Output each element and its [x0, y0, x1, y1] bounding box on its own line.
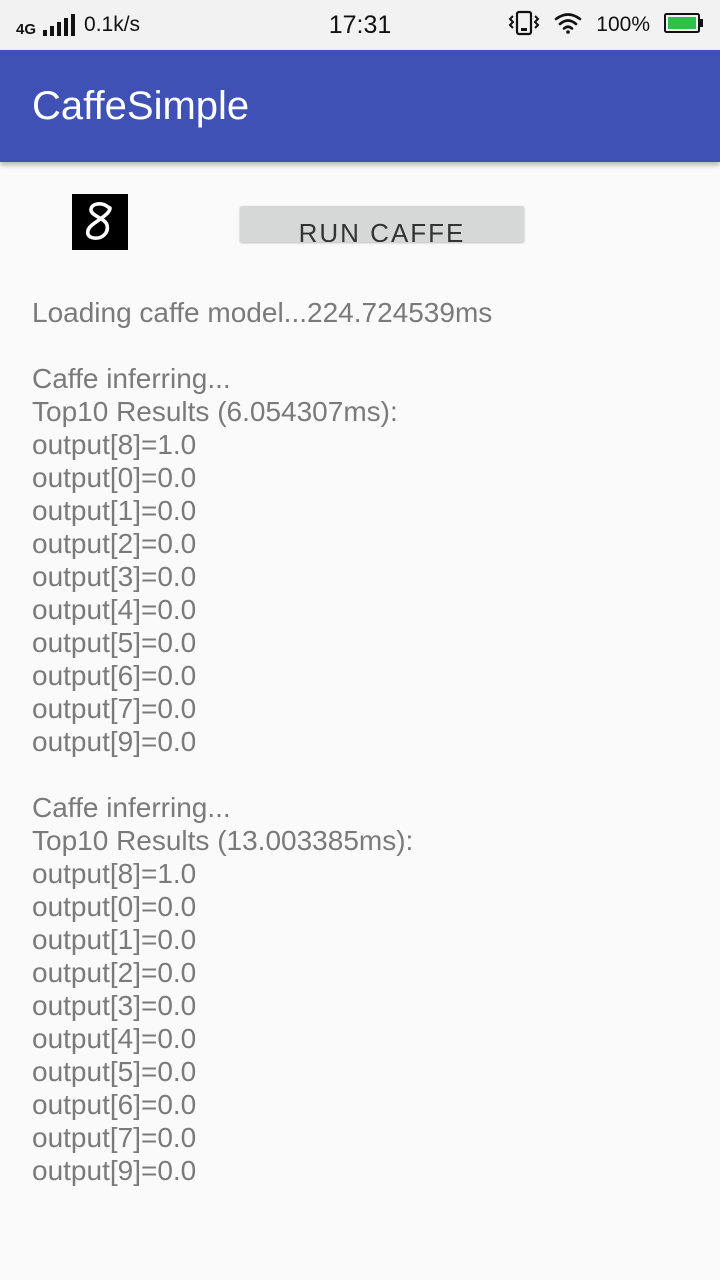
run-1-output-line: output[7]=0.0 [32, 693, 197, 724]
run-1-output-line: output[5]=0.0 [32, 627, 197, 658]
run-2-output-line: output[4]=0.0 [32, 1023, 197, 1054]
app-bar: CaffeSimple [0, 50, 720, 162]
run-2-output-line: output[5]=0.0 [32, 1056, 197, 1087]
log-spacer [32, 329, 692, 362]
run-2-output-line: output[1]=0.0 [32, 924, 197, 955]
run-1-output-line: output[4]=0.0 [32, 594, 197, 625]
run-1-output-line: output[1]=0.0 [32, 495, 197, 526]
log-output: Loading caffe model...224.724539ms Caffe… [32, 296, 692, 1187]
run-2-output-line: output[9]=0.0 [32, 1155, 197, 1186]
status-right: 100% [508, 0, 704, 50]
wifi-icon [554, 12, 582, 39]
run-2-results-title: Top10 Results (13.003385ms): [32, 825, 414, 856]
app-title: CaffeSimple [32, 84, 250, 128]
run-1-output-line: output[2]=0.0 [32, 528, 197, 559]
vibrate-icon [508, 10, 540, 41]
status-bar: 4G 0.1k/s 17:31 100% [0, 0, 720, 50]
handwritten-digit-8-icon [85, 202, 112, 240]
run-1-output-line: output[0]=0.0 [32, 462, 197, 493]
run-2-output-line: output[8]=1.0 [32, 858, 197, 889]
run-caffe-button[interactable]: RUN CAFFE [240, 206, 524, 242]
loading-line: Loading caffe model...224.724539ms [32, 297, 493, 328]
run-1-output-line: output[9]=0.0 [32, 726, 197, 757]
run-2-header: Caffe inferring... [32, 792, 231, 823]
battery-icon [664, 12, 704, 38]
run-1-header: Caffe inferring... [32, 363, 231, 394]
battery-percent: 100% [596, 13, 650, 36]
run-2-output-line: output[0]=0.0 [32, 891, 197, 922]
run-2-output-line: output[2]=0.0 [32, 957, 197, 988]
run-1-output-line: output[3]=0.0 [32, 561, 197, 592]
run-1-output-line: output[8]=1.0 [32, 429, 197, 460]
digit-image [72, 194, 128, 250]
run-1-results-title: Top10 Results (6.054307ms): [32, 396, 398, 427]
run-2-output-line: output[7]=0.0 [32, 1122, 197, 1153]
run-1-output-line: output[6]=0.0 [32, 660, 197, 691]
run-2-output-line: output[3]=0.0 [32, 990, 197, 1021]
log-spacer [32, 758, 692, 791]
run-caffe-button-label: RUN CAFFE [298, 218, 466, 242]
run-2-output-line: output[6]=0.0 [32, 1089, 197, 1120]
